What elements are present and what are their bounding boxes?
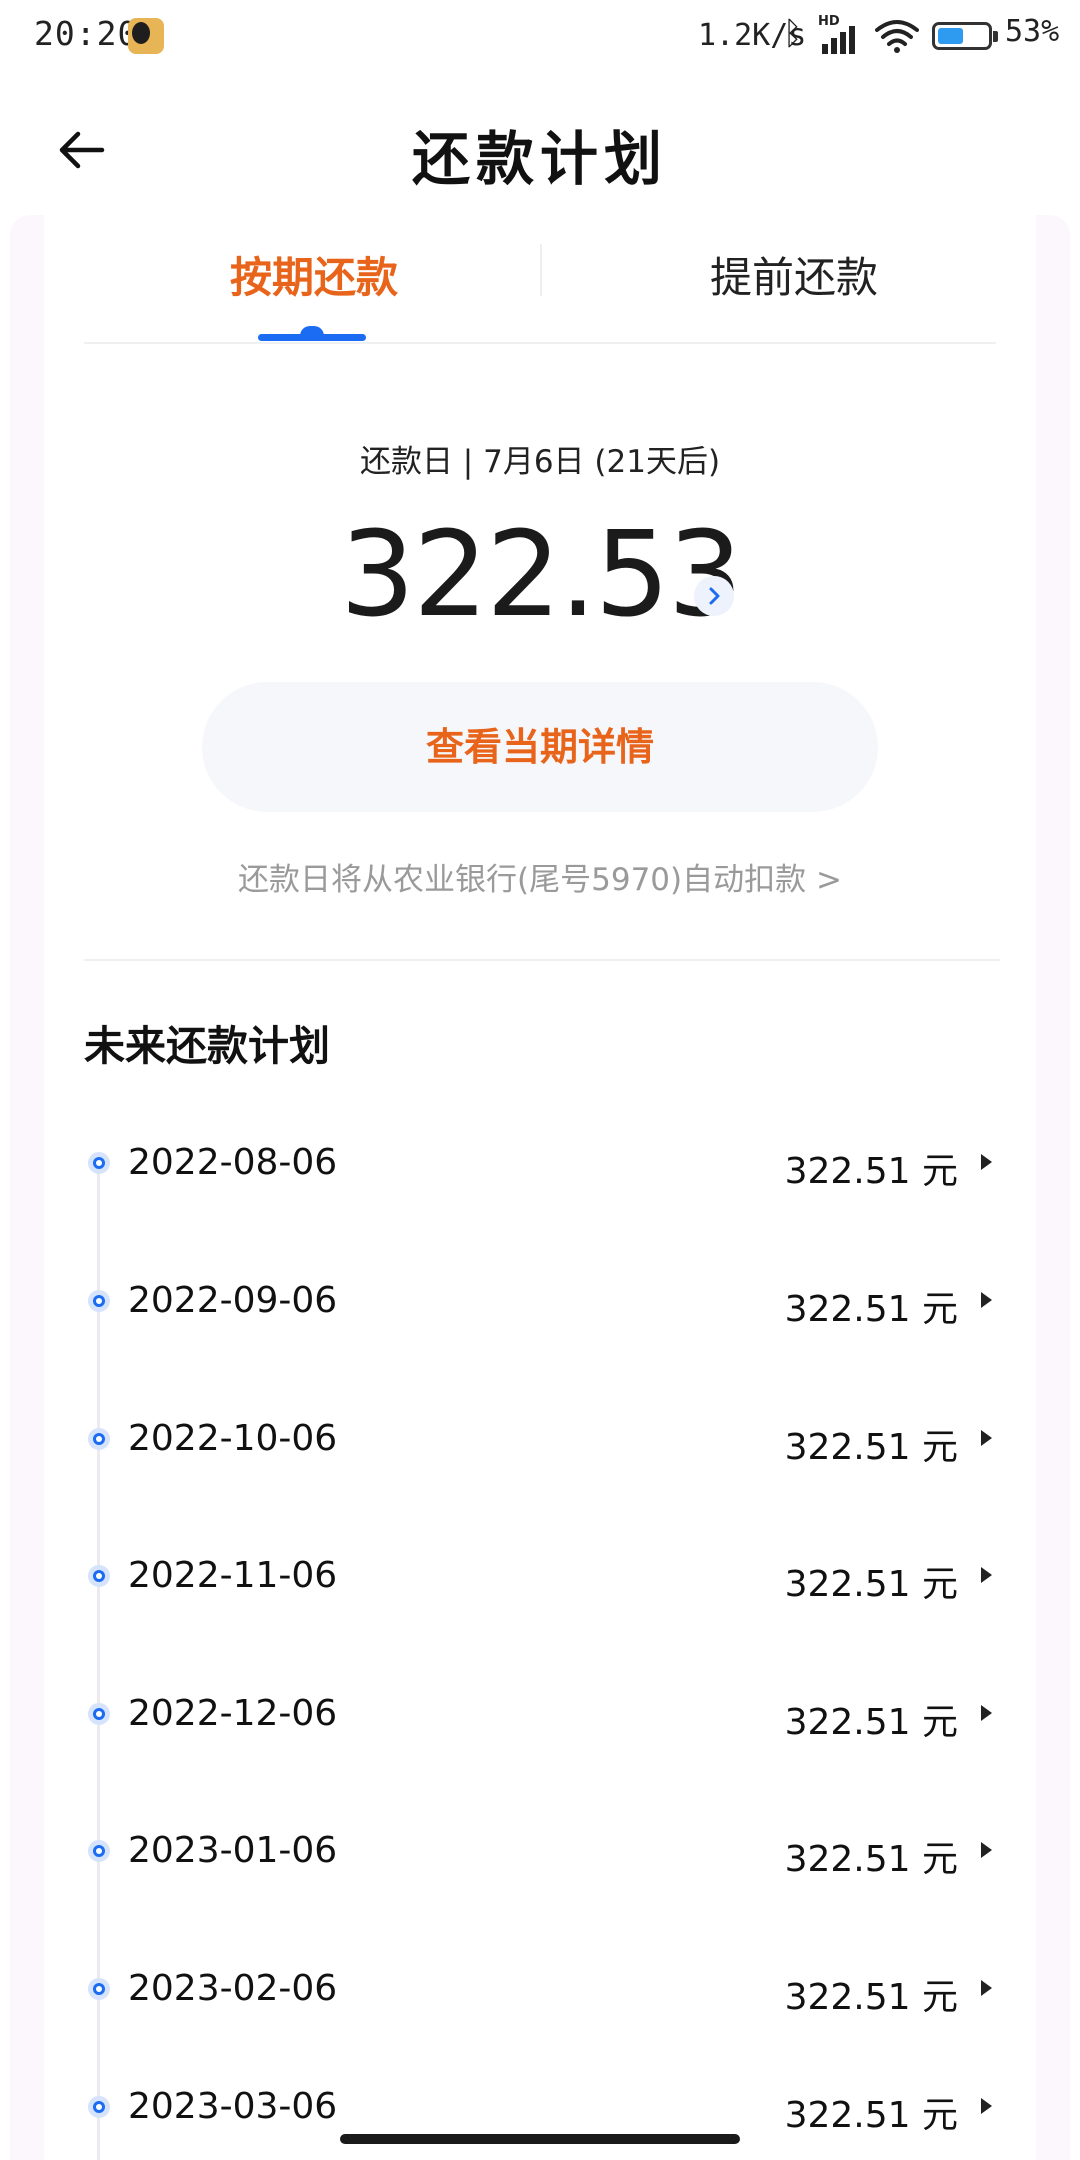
bluetooth-icon: ᛒ [783,14,803,52]
plan-row-date: 2022-10-06 [128,1418,338,1459]
plan-row[interactable]: 2022-12-06 322.51 元 [84,1675,1000,1755]
caret-right-icon [981,2098,992,2114]
due-date-line: 还款日 | 7月6日 (21天后) [359,444,721,480]
timeline-dot-icon [88,1428,110,1450]
plan-row-amount: 322.51 元 [784,1427,958,1468]
timeline-dot-icon [88,1703,110,1725]
plan-row-amount: 322.51 元 [784,1977,958,2018]
status-time: 20:20 [34,14,139,53]
timeline-dot-icon [88,1290,110,1312]
plan-row[interactable]: 2022-11-06 322.51 元 [84,1537,1000,1617]
status-bar: 20:20 1.2K/s ᛒ HD 53% [0,0,1080,80]
battery-icon [932,22,992,50]
caret-right-icon [981,1292,992,1308]
future-plan-title: 未来还款计划 [84,1022,330,1070]
autopay-info-link[interactable]: 还款日将从农业银行(尾号5970)自动扣款 > [0,854,1080,899]
tab-early-repayment[interactable]: 提前还款 [644,244,944,314]
plan-row[interactable]: 2023-02-06 322.51 元 [84,1950,1000,2030]
timeline-dot-icon [88,1978,110,2000]
plan-row-date: 2023-01-06 [128,1830,338,1871]
tab-divider [540,244,542,296]
plan-row-date: 2022-12-06 [128,1693,338,1734]
card-shadow-left [10,215,44,2160]
plan-row-date: 2023-03-06 [128,2086,338,2127]
plan-row-amount: 322.51 元 [784,1151,958,1192]
plan-row-date: 2023-02-06 [128,1968,338,2009]
plan-row-amount: 322.51 元 [784,1702,958,1743]
due-amount: 322.53 [340,505,743,643]
view-current-details-button[interactable]: 查看当期详情 [202,682,878,812]
tab-scheduled-repayment[interactable]: 按期还款 [214,244,414,314]
plan-row[interactable]: 2023-01-06 322.51 元 [84,1812,1000,1892]
caret-right-icon [981,1842,992,1858]
chevron-right-icon[interactable] [694,576,734,616]
plan-row-amount: 322.51 元 [784,1564,958,1605]
battery-level [938,28,963,44]
wifi-icon [875,20,919,53]
caret-right-icon [981,1980,992,1996]
timeline-dot-icon [88,1565,110,1587]
home-indicator[interactable] [340,2134,740,2144]
card-shadow-right [1036,215,1070,2160]
signal-icon [818,20,862,54]
caret-right-icon [981,1154,992,1170]
plan-row[interactable]: 2022-08-06 322.51 元 [84,1124,1000,1204]
plan-row-date: 2022-08-06 [128,1142,338,1183]
tab-active-indicator [258,334,366,341]
timeline-dot-icon [88,1152,110,1174]
plan-row-amount: 322.51 元 [784,1289,958,1330]
battery-tip [993,31,998,42]
tab-bar: 按期还款 提前还款 [84,222,996,344]
timeline-dot-icon [88,1840,110,1862]
caret-right-icon [981,1705,992,1721]
plan-row[interactable]: 2022-09-06 322.51 元 [84,1262,1000,1342]
plan-row-date: 2022-09-06 [128,1280,338,1321]
plan-row-amount: 322.51 元 [784,1839,958,1880]
app-header: 还款计划 [0,80,1080,220]
app-notification-icon [128,18,164,54]
timeline-dot-icon [88,2096,110,2118]
section-divider [84,959,1000,961]
caret-right-icon [981,1430,992,1446]
plan-row[interactable]: 2022-10-06 322.51 元 [84,1400,1000,1480]
page-title: 还款计划 [411,125,668,193]
plan-row-amount: 322.51 元 [784,2095,958,2136]
caret-right-icon [981,1567,992,1583]
battery-percent: 53% [1005,14,1060,49]
plan-row-date: 2022-11-06 [128,1555,338,1596]
